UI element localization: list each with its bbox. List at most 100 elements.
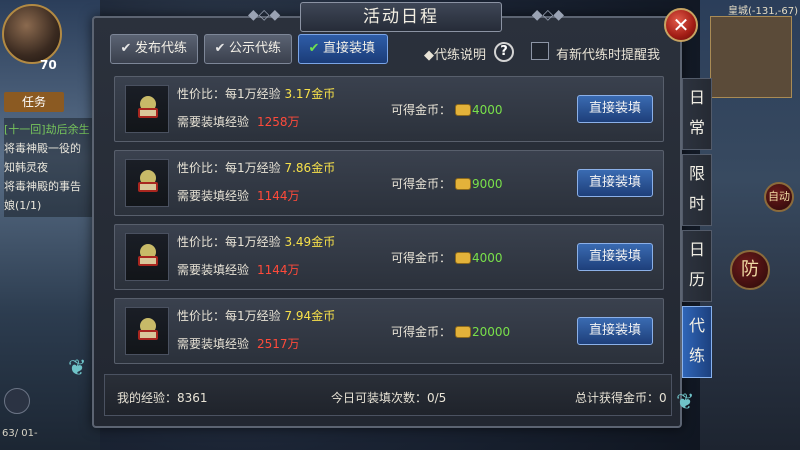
side-tab-calendar[interactable]: 日 历 bbox=[682, 230, 712, 302]
ratio-label: 性价比：每1万经验 bbox=[177, 161, 281, 175]
help-icon[interactable]: ? bbox=[494, 42, 514, 62]
need-label: 需要装填经验 bbox=[177, 115, 250, 129]
gold-coin-icon bbox=[455, 103, 472, 116]
scroll-icon bbox=[138, 170, 158, 192]
gold-value: 4000 bbox=[472, 103, 503, 117]
item-slot bbox=[125, 233, 169, 281]
need-value: 2517万 bbox=[257, 337, 300, 351]
gold-label: 可得金币： bbox=[391, 251, 452, 265]
map-coordinates: 皇城(-131,-67) bbox=[727, 6, 798, 17]
item-slot bbox=[125, 307, 169, 355]
value-ratio: 性价比：每1万经验 3.49金币 bbox=[177, 233, 335, 250]
required-exp: 需要装填经验 1258万 bbox=[177, 113, 300, 130]
quest-line: 将毒神殿一役的 bbox=[4, 142, 81, 155]
item-slot bbox=[125, 85, 169, 133]
remind-label: 有新代练时提醒我 bbox=[556, 48, 661, 63]
check-icon: ✔ bbox=[214, 41, 226, 56]
scroll-icon bbox=[138, 318, 158, 340]
close-button[interactable]: ✕ bbox=[664, 8, 698, 42]
value-ratio: 性价比：每1万经验 7.94金币 bbox=[177, 307, 335, 324]
ratio-value: 7.94金币 bbox=[284, 309, 336, 323]
quest-line: [十一回]劫后余生 bbox=[4, 123, 90, 136]
total-gold: 总计获得金币：0 bbox=[575, 391, 667, 405]
required-exp: 需要装填经验 1144万 bbox=[177, 261, 300, 278]
need-label: 需要装填经验 bbox=[177, 263, 250, 277]
tab-label: 发布代练 bbox=[135, 41, 188, 56]
quest-tab[interactable]: 任务 bbox=[4, 92, 64, 112]
ratio-label: 性价比：每1万经验 bbox=[177, 309, 281, 323]
need-label: 需要装填经验 bbox=[177, 337, 250, 351]
gold-reward: 可得金币： 20000 bbox=[391, 323, 510, 340]
side-tab-char: 历 bbox=[688, 270, 705, 289]
tab-public[interactable]: ✔ 公示代练 bbox=[204, 34, 292, 64]
ratio-value: 7.86金币 bbox=[284, 161, 336, 175]
offer-row: 性价比：每1万经验 7.86金币 需要装填经验 1144万 可得金币： 9000 直… bbox=[114, 150, 664, 216]
side-tab-limited[interactable]: 限 时 bbox=[682, 154, 712, 226]
side-tab-char: 日 bbox=[688, 88, 705, 107]
direct-fill-button[interactable]: 直接装填 bbox=[577, 317, 653, 345]
need-value: 1144万 bbox=[257, 189, 300, 203]
scroll-icon bbox=[138, 244, 158, 266]
offer-row: 性价比：每1万经验 3.49金币 需要装填经验 1144万 可得金币： 4000 直… bbox=[114, 224, 664, 290]
direct-fill-button[interactable]: 直接装填 bbox=[577, 169, 653, 197]
skill-button[interactable]: 防 bbox=[730, 250, 770, 290]
status-readout: 63/ 01- bbox=[2, 428, 38, 439]
today-fill-count: 今日可装填次数：0/5 bbox=[331, 391, 447, 405]
remind-checkbox[interactable] bbox=[531, 42, 549, 60]
title-ornament-left: ◆◇◆ bbox=[248, 7, 281, 23]
gold-reward: 可得金币： 4000 bbox=[391, 249, 503, 266]
my-exp: 我的经验：8361 bbox=[117, 391, 208, 405]
quest-line: 将毒神殿的事告 bbox=[4, 180, 81, 193]
item-slot bbox=[125, 159, 169, 207]
gold-coin-icon bbox=[455, 251, 472, 264]
side-tab-char: 代 bbox=[688, 316, 705, 335]
panel-title: 活动日程 bbox=[300, 2, 502, 32]
close-icon: ✕ bbox=[672, 13, 690, 37]
direct-fill-button[interactable]: 直接装填 bbox=[577, 95, 653, 123]
value-ratio: 性价比：每1万经验 3.17金币 bbox=[177, 85, 335, 102]
scroll-icon bbox=[138, 96, 158, 118]
value-ratio: 性价比：每1万经验 7.86金币 bbox=[177, 159, 335, 176]
tab-direct-fill[interactable]: ✔ 直接装填 bbox=[298, 34, 388, 64]
auto-button[interactable]: 自动 bbox=[764, 182, 794, 212]
explain-link[interactable]: ◆代练说明 bbox=[424, 44, 486, 63]
title-ornament-right: ◆◇◆ bbox=[531, 7, 564, 23]
side-tab-char: 日 bbox=[688, 240, 705, 259]
side-tab-char: 时 bbox=[688, 194, 705, 213]
player-level: 70 bbox=[40, 58, 57, 72]
need-value: 1144万 bbox=[257, 263, 300, 277]
tab-label: 直接装填 bbox=[323, 41, 376, 56]
side-tab-char: 练 bbox=[688, 346, 705, 365]
ratio-label: 性价比：每1万经验 bbox=[177, 87, 281, 101]
gold-reward: 可得金币： 9000 bbox=[391, 175, 503, 192]
vine-ornament-right: ❦ bbox=[676, 390, 695, 415]
required-exp: 需要装填经验 2517万 bbox=[177, 335, 300, 352]
direct-fill-button[interactable]: 直接装填 bbox=[577, 243, 653, 271]
required-exp: 需要装填经验 1144万 bbox=[177, 187, 300, 204]
panel-footer: 我的经验：8361 今日可装填次数：0/5 总计获得金币：0 bbox=[104, 374, 672, 416]
ratio-label: 性价比：每1万经验 bbox=[177, 235, 281, 249]
vine-ornament-left: ❦ bbox=[68, 356, 87, 381]
gold-value: 4000 bbox=[472, 251, 503, 265]
player-avatar[interactable] bbox=[2, 4, 62, 64]
side-tab-boosting[interactable]: 代 练 bbox=[682, 306, 712, 378]
offer-row: 性价比：每1万经验 7.94金币 需要装填经验 2517万 可得金币： 20000 … bbox=[114, 298, 664, 364]
gold-reward: 可得金币： 4000 bbox=[391, 101, 503, 118]
minimap[interactable] bbox=[710, 16, 792, 98]
tab-publish[interactable]: ✔ 发布代练 bbox=[110, 34, 198, 64]
ratio-value: 3.17金币 bbox=[284, 87, 336, 101]
tab-label: 公示代练 bbox=[229, 41, 282, 56]
gold-coin-icon bbox=[455, 177, 472, 190]
quest-tracker[interactable]: [十一回]劫后余生 将毒神殿一役的 知韩灵夜 将毒神殿的事告 娘(1/1) bbox=[4, 118, 94, 217]
gold-value: 20000 bbox=[472, 325, 511, 339]
gold-label: 可得金币： bbox=[391, 177, 452, 191]
gold-value: 9000 bbox=[472, 177, 503, 191]
side-tab-char: 常 bbox=[688, 118, 705, 137]
need-label: 需要装填经验 bbox=[177, 189, 250, 203]
side-tab-daily[interactable]: 日 常 bbox=[682, 78, 712, 150]
gold-label: 可得金币： bbox=[391, 325, 452, 339]
check-icon: ✔ bbox=[120, 41, 132, 56]
camera-icon[interactable] bbox=[4, 388, 30, 414]
quest-line: 娘(1/1) bbox=[4, 199, 42, 212]
quest-line: 知韩灵夜 bbox=[4, 161, 48, 174]
